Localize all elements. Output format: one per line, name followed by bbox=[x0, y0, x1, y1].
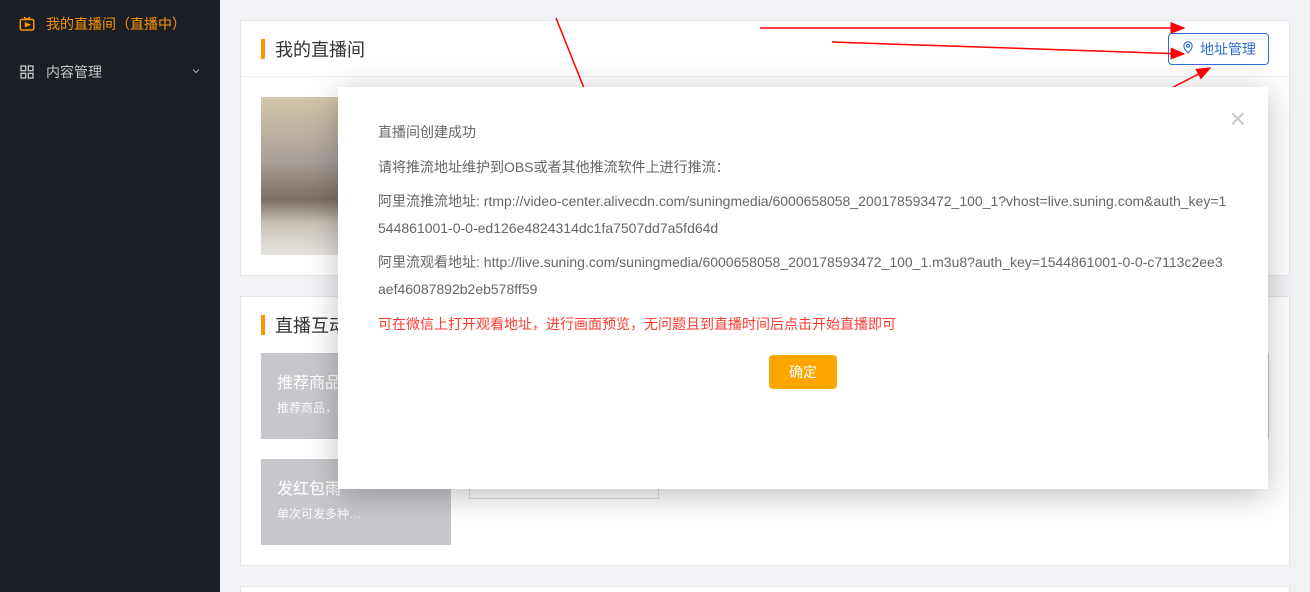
accent-bar bbox=[261, 315, 265, 335]
modal-line-warning: 可在微信上打开观看地址，进行画面预览，无问题且到直播时间后点击开始直播即可 bbox=[378, 311, 1228, 338]
accent-bar bbox=[261, 39, 265, 59]
sidebar: 我的直播间（直播中） 内容管理 bbox=[0, 0, 220, 592]
grid-icon bbox=[18, 63, 36, 81]
tile-subtitle: 单次可发多种… bbox=[277, 505, 435, 522]
modal-create-success: × 直播间创建成功 请将推流地址维护到OBS或者其他推流软件上进行推流： 阿里流… bbox=[338, 87, 1268, 489]
card-header: 弹幕禁言 bbox=[241, 587, 1289, 592]
modal-line-push-url: 阿里流推流地址: rtmp://video-center.alivecdn.co… bbox=[378, 188, 1228, 241]
card-danmu-ban: 弹幕禁言 bbox=[240, 586, 1290, 592]
addr-btn-label: 地址管理 bbox=[1200, 39, 1256, 59]
card-title: 我的直播间 bbox=[275, 36, 1168, 62]
modal-line-watch-url: 阿里流观看地址: http://live.suning.com/suningme… bbox=[378, 249, 1228, 302]
live-icon bbox=[18, 15, 36, 33]
modal-footer: 确定 bbox=[378, 355, 1228, 389]
modal-body: 直播间创建成功 请将推流地址维护到OBS或者其他推流软件上进行推流： 阿里流推流… bbox=[338, 87, 1268, 409]
modal-line-instruction: 请将推流地址维护到OBS或者其他推流软件上进行推流： bbox=[378, 154, 1228, 181]
sidebar-item-content-mgmt[interactable]: 内容管理 bbox=[0, 48, 220, 96]
card-header: 我的直播间 地址管理 bbox=[241, 21, 1289, 77]
sidebar-item-my-live-room[interactable]: 我的直播间（直播中） bbox=[0, 0, 220, 48]
close-icon[interactable]: × bbox=[1230, 105, 1246, 133]
chevron-down-icon bbox=[190, 64, 202, 80]
sidebar-item-label: 我的直播间（直播中） bbox=[46, 14, 186, 34]
ok-button[interactable]: 确定 bbox=[769, 355, 837, 389]
address-manage-button[interactable]: 地址管理 bbox=[1168, 33, 1269, 65]
location-icon bbox=[1181, 40, 1195, 57]
sidebar-item-label: 内容管理 bbox=[46, 62, 102, 82]
modal-line-success: 直播间创建成功 bbox=[378, 119, 1228, 146]
